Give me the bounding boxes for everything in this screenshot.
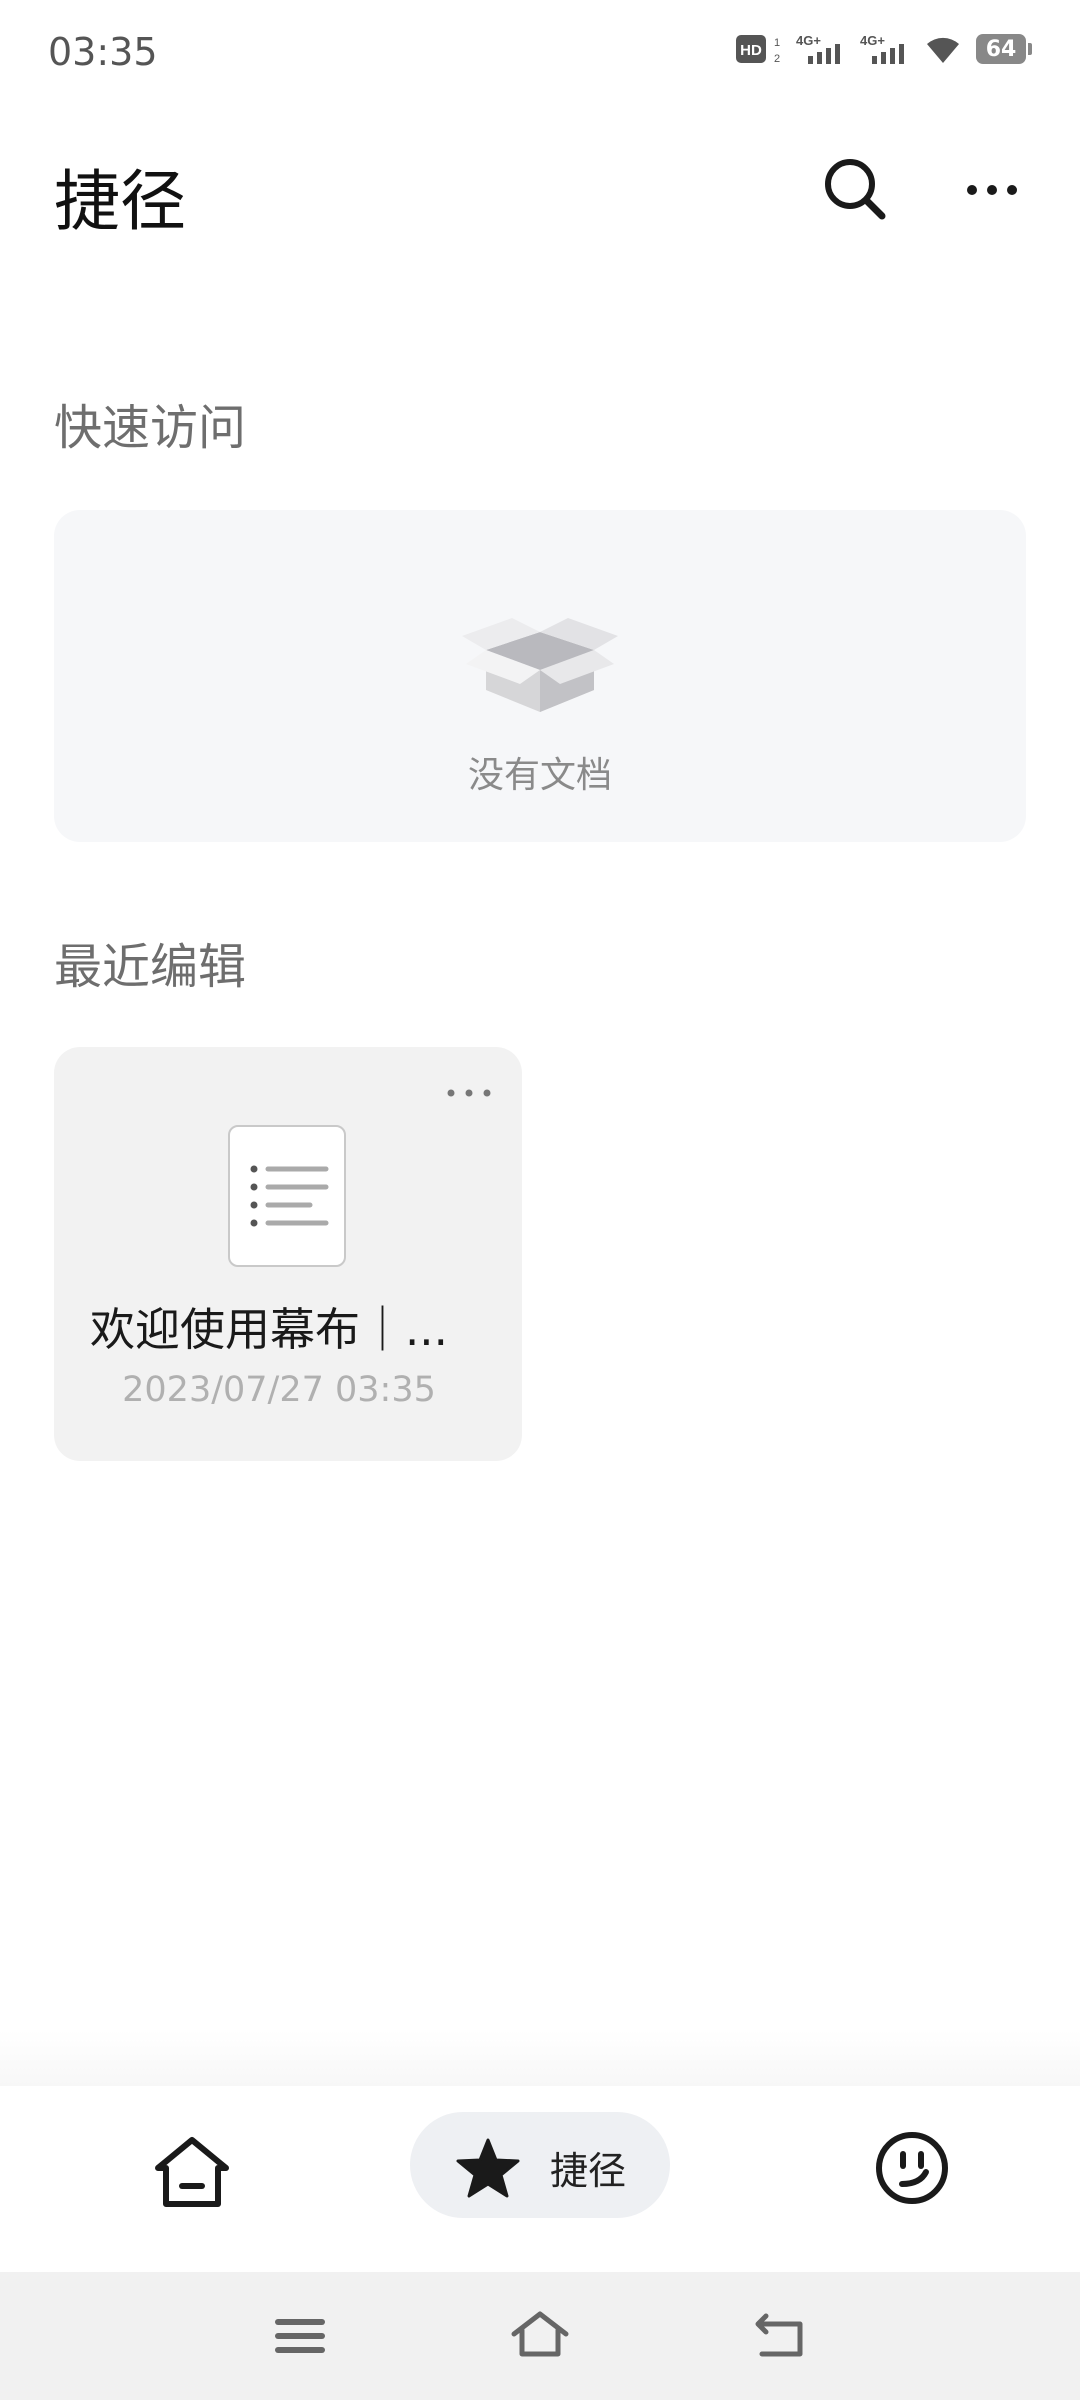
smiley-icon xyxy=(876,2132,948,2204)
search-button[interactable] xyxy=(816,150,896,230)
home-icon xyxy=(155,2137,229,2207)
signal-4g-icon: 4G+ xyxy=(796,33,840,64)
wifi-icon xyxy=(927,37,959,63)
tab-bar-shadow xyxy=(0,2030,1080,2086)
quick-access-empty-card: 没有文档 xyxy=(54,510,1026,842)
battery-icon: 64 xyxy=(976,34,1032,64)
recent-edited-title: 最近编辑 xyxy=(54,939,247,995)
system-navigation-bar xyxy=(0,2272,1080,2400)
signal-4g-icon: 4G+ xyxy=(860,33,904,64)
svg-text:4G+: 4G+ xyxy=(796,33,821,48)
back-icon xyxy=(755,2313,803,2357)
battery-level: 64 xyxy=(976,34,1026,64)
tab-shortcut-label: 捷径 xyxy=(550,2149,627,2193)
svg-text:2: 2 xyxy=(774,53,780,65)
document-thumbnail xyxy=(228,1125,346,1267)
recent-document-card[interactable]: 欢迎使用幕布｜... 2023/07/27 03:35 xyxy=(54,1047,522,1461)
document-list-icon xyxy=(250,1165,329,1227)
menu-icon xyxy=(275,2319,325,2353)
empty-text: 没有文档 xyxy=(467,755,612,796)
more-horizontal-icon xyxy=(447,1089,491,1097)
document-more-button[interactable] xyxy=(442,1081,496,1105)
more-button[interactable] xyxy=(952,160,1032,220)
status-icons: HD 1 2 4G+ 4G+ 64 xyxy=(736,32,1032,66)
svg-text:4G+: 4G+ xyxy=(860,33,885,48)
status-bar: 03:35 HD 1 2 4G+ 4G+ 64 xyxy=(0,0,1080,112)
tab-home[interactable] xyxy=(150,2130,234,2214)
hd-icon: HD 1 2 xyxy=(736,35,780,65)
search-icon xyxy=(825,159,886,220)
header: 捷径 xyxy=(0,130,1080,250)
more-horizontal-icon xyxy=(967,185,1017,195)
home-icon xyxy=(511,2311,569,2357)
star-icon xyxy=(456,2138,520,2198)
open-box-icon xyxy=(462,618,618,712)
document-title: 欢迎使用幕布｜... xyxy=(90,1303,448,1356)
quick-access-title: 快速访问 xyxy=(54,400,247,456)
svg-text:HD: HD xyxy=(740,42,762,59)
nav-home-button[interactable] xyxy=(508,2304,572,2368)
nav-menu-button[interactable] xyxy=(268,2304,332,2368)
nav-back-button[interactable] xyxy=(748,2304,812,2368)
page-title: 捷径 xyxy=(54,163,186,240)
tab-me[interactable] xyxy=(872,2128,952,2208)
document-date: 2023/07/27 03:35 xyxy=(122,1370,436,1410)
status-time: 03:35 xyxy=(48,30,158,74)
bottom-tab-bar: 捷径 xyxy=(0,2086,1080,2272)
tab-shortcut[interactable]: 捷径 xyxy=(410,2112,670,2218)
svg-text:1: 1 xyxy=(774,37,780,49)
